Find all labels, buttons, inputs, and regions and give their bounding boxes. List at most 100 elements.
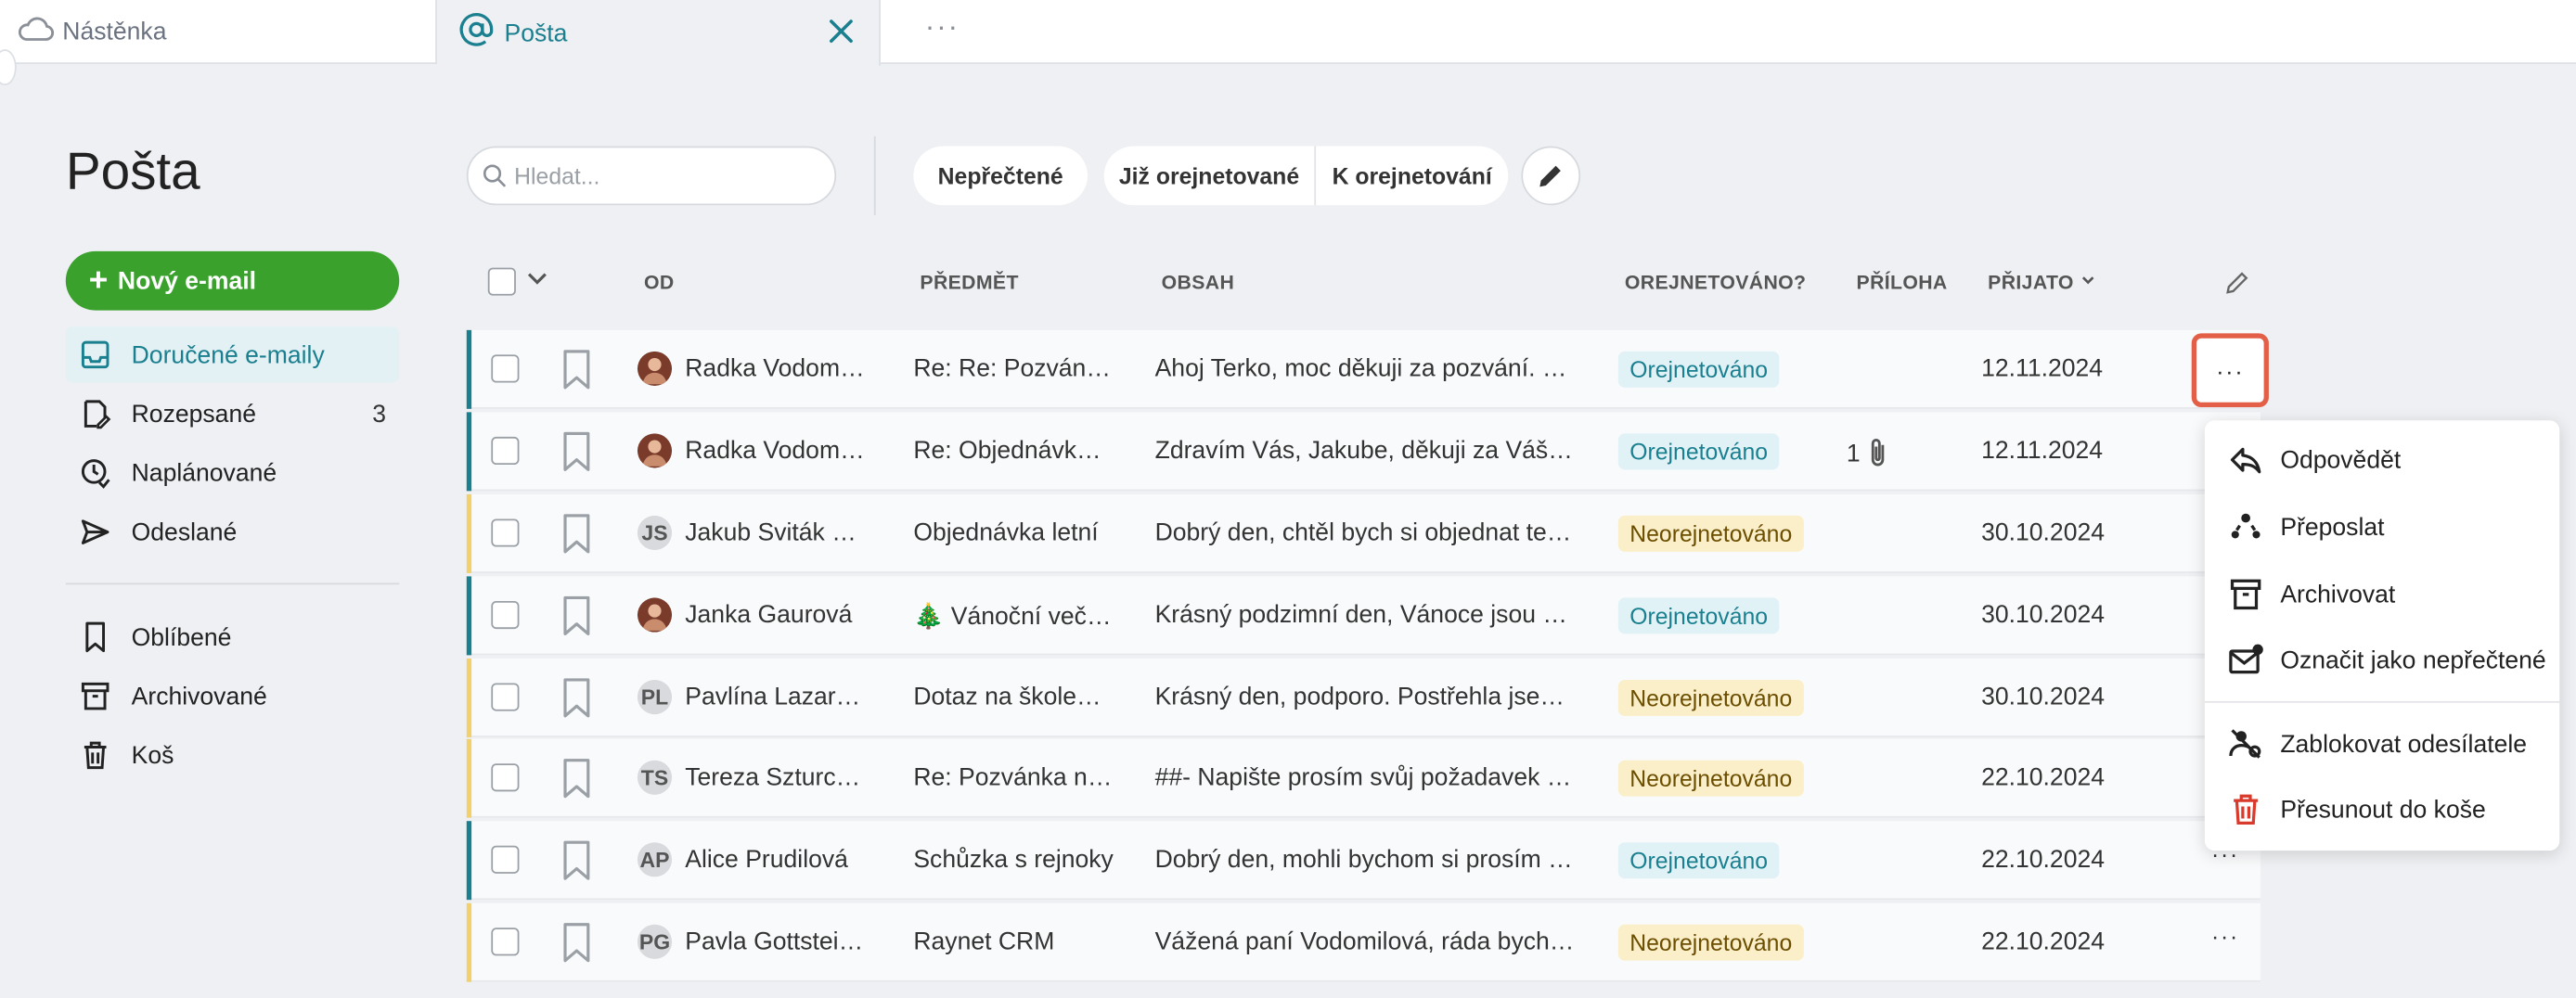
row-checkbox[interactable] [491,683,520,711]
row-content: Zdravím Vás, Jakube, děkuji za Váš zájem [1154,436,1579,466]
sidebar-item-inbox[interactable]: Doručené e-maily [65,326,400,383]
bookmark-icon[interactable] [561,431,591,471]
menu-item-reply[interactable]: Odpovědět [2205,427,2559,493]
bookmark-icon[interactable] [561,923,591,963]
menu-item-label: Přeposlat [2280,513,2385,542]
row-more-icon[interactable]: ··· [2211,923,2239,949]
column-rated[interactable]: OREJNETOVÁNO? [1625,271,1806,294]
forward-icon [2231,513,2260,539]
mark-unread-icon [2229,644,2263,674]
menu-item-archive[interactable]: Archivovat [2205,561,2559,627]
send-icon [81,519,109,544]
row-from: Jakub Sviták pozvánka [685,518,869,547]
tab-dashboard[interactable]: Nástěnka [0,0,437,65]
avatar: PG [637,924,673,959]
table-row[interactable]: Radka Vodomilová Re: Objednávka letní Zdra… [466,412,2261,492]
more-tabs-icon[interactable]: ··· [925,10,960,45]
sidebar-divider [65,582,400,585]
new-email-button[interactable]: + Nový e-mail [65,250,400,311]
menu-item-block-sender[interactable]: Zablokovat odesílatele [2205,711,2559,777]
column-content[interactable]: OBSAH [1162,271,1235,294]
table-row[interactable]: JS Jakub Sviták pozvánka Objednávka letní D… [466,493,2261,573]
bookmark-icon[interactable] [561,514,591,554]
table-row[interactable]: AP Alice Prudilová Schůzka s rejnoky Dobrý … [466,821,2261,901]
row-status-stripe [466,658,472,737]
row-received-date: 22.10.2024 [1981,763,2106,792]
chevron-down-icon[interactable] [526,266,549,294]
table-row[interactable]: Janka Gaurová 🎄 Vánoční večírek Krásný pod… [466,576,2261,656]
row-checkbox[interactable] [491,518,520,547]
bookmark-icon[interactable] [561,759,591,799]
row-status-stripe [466,329,472,409]
pencil-icon [1539,165,1561,187]
bookmark-icon[interactable] [561,678,591,718]
row-checkbox[interactable] [491,436,520,466]
bookmark-icon[interactable] [561,840,591,880]
drafts-count: 3 [372,400,387,429]
tab-mail[interactable]: Pošta [436,0,881,66]
status-badge: Orejnetováno [1617,842,1780,879]
row-received-date: 12.11.2024 [1981,436,2104,466]
column-subject[interactable]: PŘEDMĚT [920,271,1018,294]
row-from: Pavla Gottsteinová [685,928,869,956]
menu-item-forward[interactable]: Přeposlat [2205,494,2559,560]
table-row[interactable]: Radka Vodomilová Re: Re: Pozvánka na Váno… [466,329,2261,409]
table-row[interactable]: TS Tereza Szturcová Re: Pozvánka na schůzk… [466,738,2261,818]
row-more-button-active[interactable]: ··· [2191,333,2269,408]
status-badge: Neorejnetováno [1617,515,1804,552]
close-icon[interactable] [825,15,857,47]
sidebar-item-scheduled[interactable]: Naplánované [66,445,399,501]
row-checkbox[interactable] [491,354,520,383]
filter-to-rate-button[interactable]: K orejnetování [1316,147,1508,206]
sidebar-item-archived[interactable]: Archivované [66,669,399,724]
trash-icon [2234,794,2259,825]
avatar: JS [637,515,673,551]
sidebar-item-sent[interactable]: Odeslané [66,505,399,560]
sidebar-item-label: Koš [131,741,174,770]
block-sender-icon [2229,729,2261,759]
bookmark-icon[interactable] [561,350,591,390]
column-attachment[interactable]: PŘÍLOHA [1857,271,1948,294]
sidebar-item-trash[interactable]: Koš [66,727,399,783]
trash-icon [84,741,107,770]
filter-unread-button[interactable]: Nepřečtené [913,146,1088,206]
row-checkbox[interactable] [491,928,520,956]
row-status-stripe [466,738,472,818]
status-badge: Neorejnetováno [1617,679,1804,716]
row-status-stripe [466,821,472,901]
row-checkbox[interactable] [491,845,520,874]
row-checkbox[interactable] [491,600,520,630]
bookmark-icon[interactable] [561,595,591,635]
row-content: Vážená paní Vodomilová, ráda bych Vás [1154,928,1579,956]
edit-filters-button[interactable] [1521,146,1581,206]
avatar: AP [637,842,673,877]
avatar-initials: PL [640,685,669,710]
row-status-stripe [466,412,472,492]
avatar [637,597,673,633]
reply-icon [2230,447,2261,474]
search-input[interactable] [514,162,810,189]
menu-item-mark-unread[interactable]: Označit jako nepřečtené [2205,627,2559,693]
row-received-date: 22.10.2024 [1981,928,2106,956]
sidebar-item-favorites[interactable]: Oblíbené [66,609,399,665]
select-all-checkbox[interactable] [487,267,516,296]
menu-item-move-to-trash[interactable]: Přesunout do koše [2205,776,2559,842]
search-box[interactable] [466,146,837,206]
row-status-stripe [466,493,472,573]
edit-columns-icon[interactable] [2224,269,2250,301]
column-from[interactable]: OD [644,271,675,294]
more-icon: ··· [2216,357,2245,384]
row-subject: Objednávka letní [913,518,1099,547]
sidebar-item-drafts[interactable]: Rozepsané 3 [66,386,399,441]
row-checkbox[interactable] [491,763,520,792]
table-row[interactable]: PL Pavlína Lazarová Dotaz na školení CRM Kr… [466,658,2261,737]
row-subject: Re: Objednávka letní [913,436,1114,466]
filter-rated-button[interactable]: Již orejnetované [1104,147,1315,206]
page-title: Pošta [65,141,200,200]
column-received[interactable]: PŘIJATO [1988,271,2096,294]
row-content: Dobrý den, chtěl bych si objednat ten le… [1154,518,1579,547]
table-row[interactable]: PG Pavla Gottsteinová Raynet CRM Vážená pan… [466,902,2261,982]
row-content: Ahoj Terko, moc děkuji za pozvání. Určit… [1154,354,1579,383]
status-badge: Neorejnetováno [1617,760,1804,797]
tab-bar: Nástěnka Pošta ··· [0,0,2576,66]
